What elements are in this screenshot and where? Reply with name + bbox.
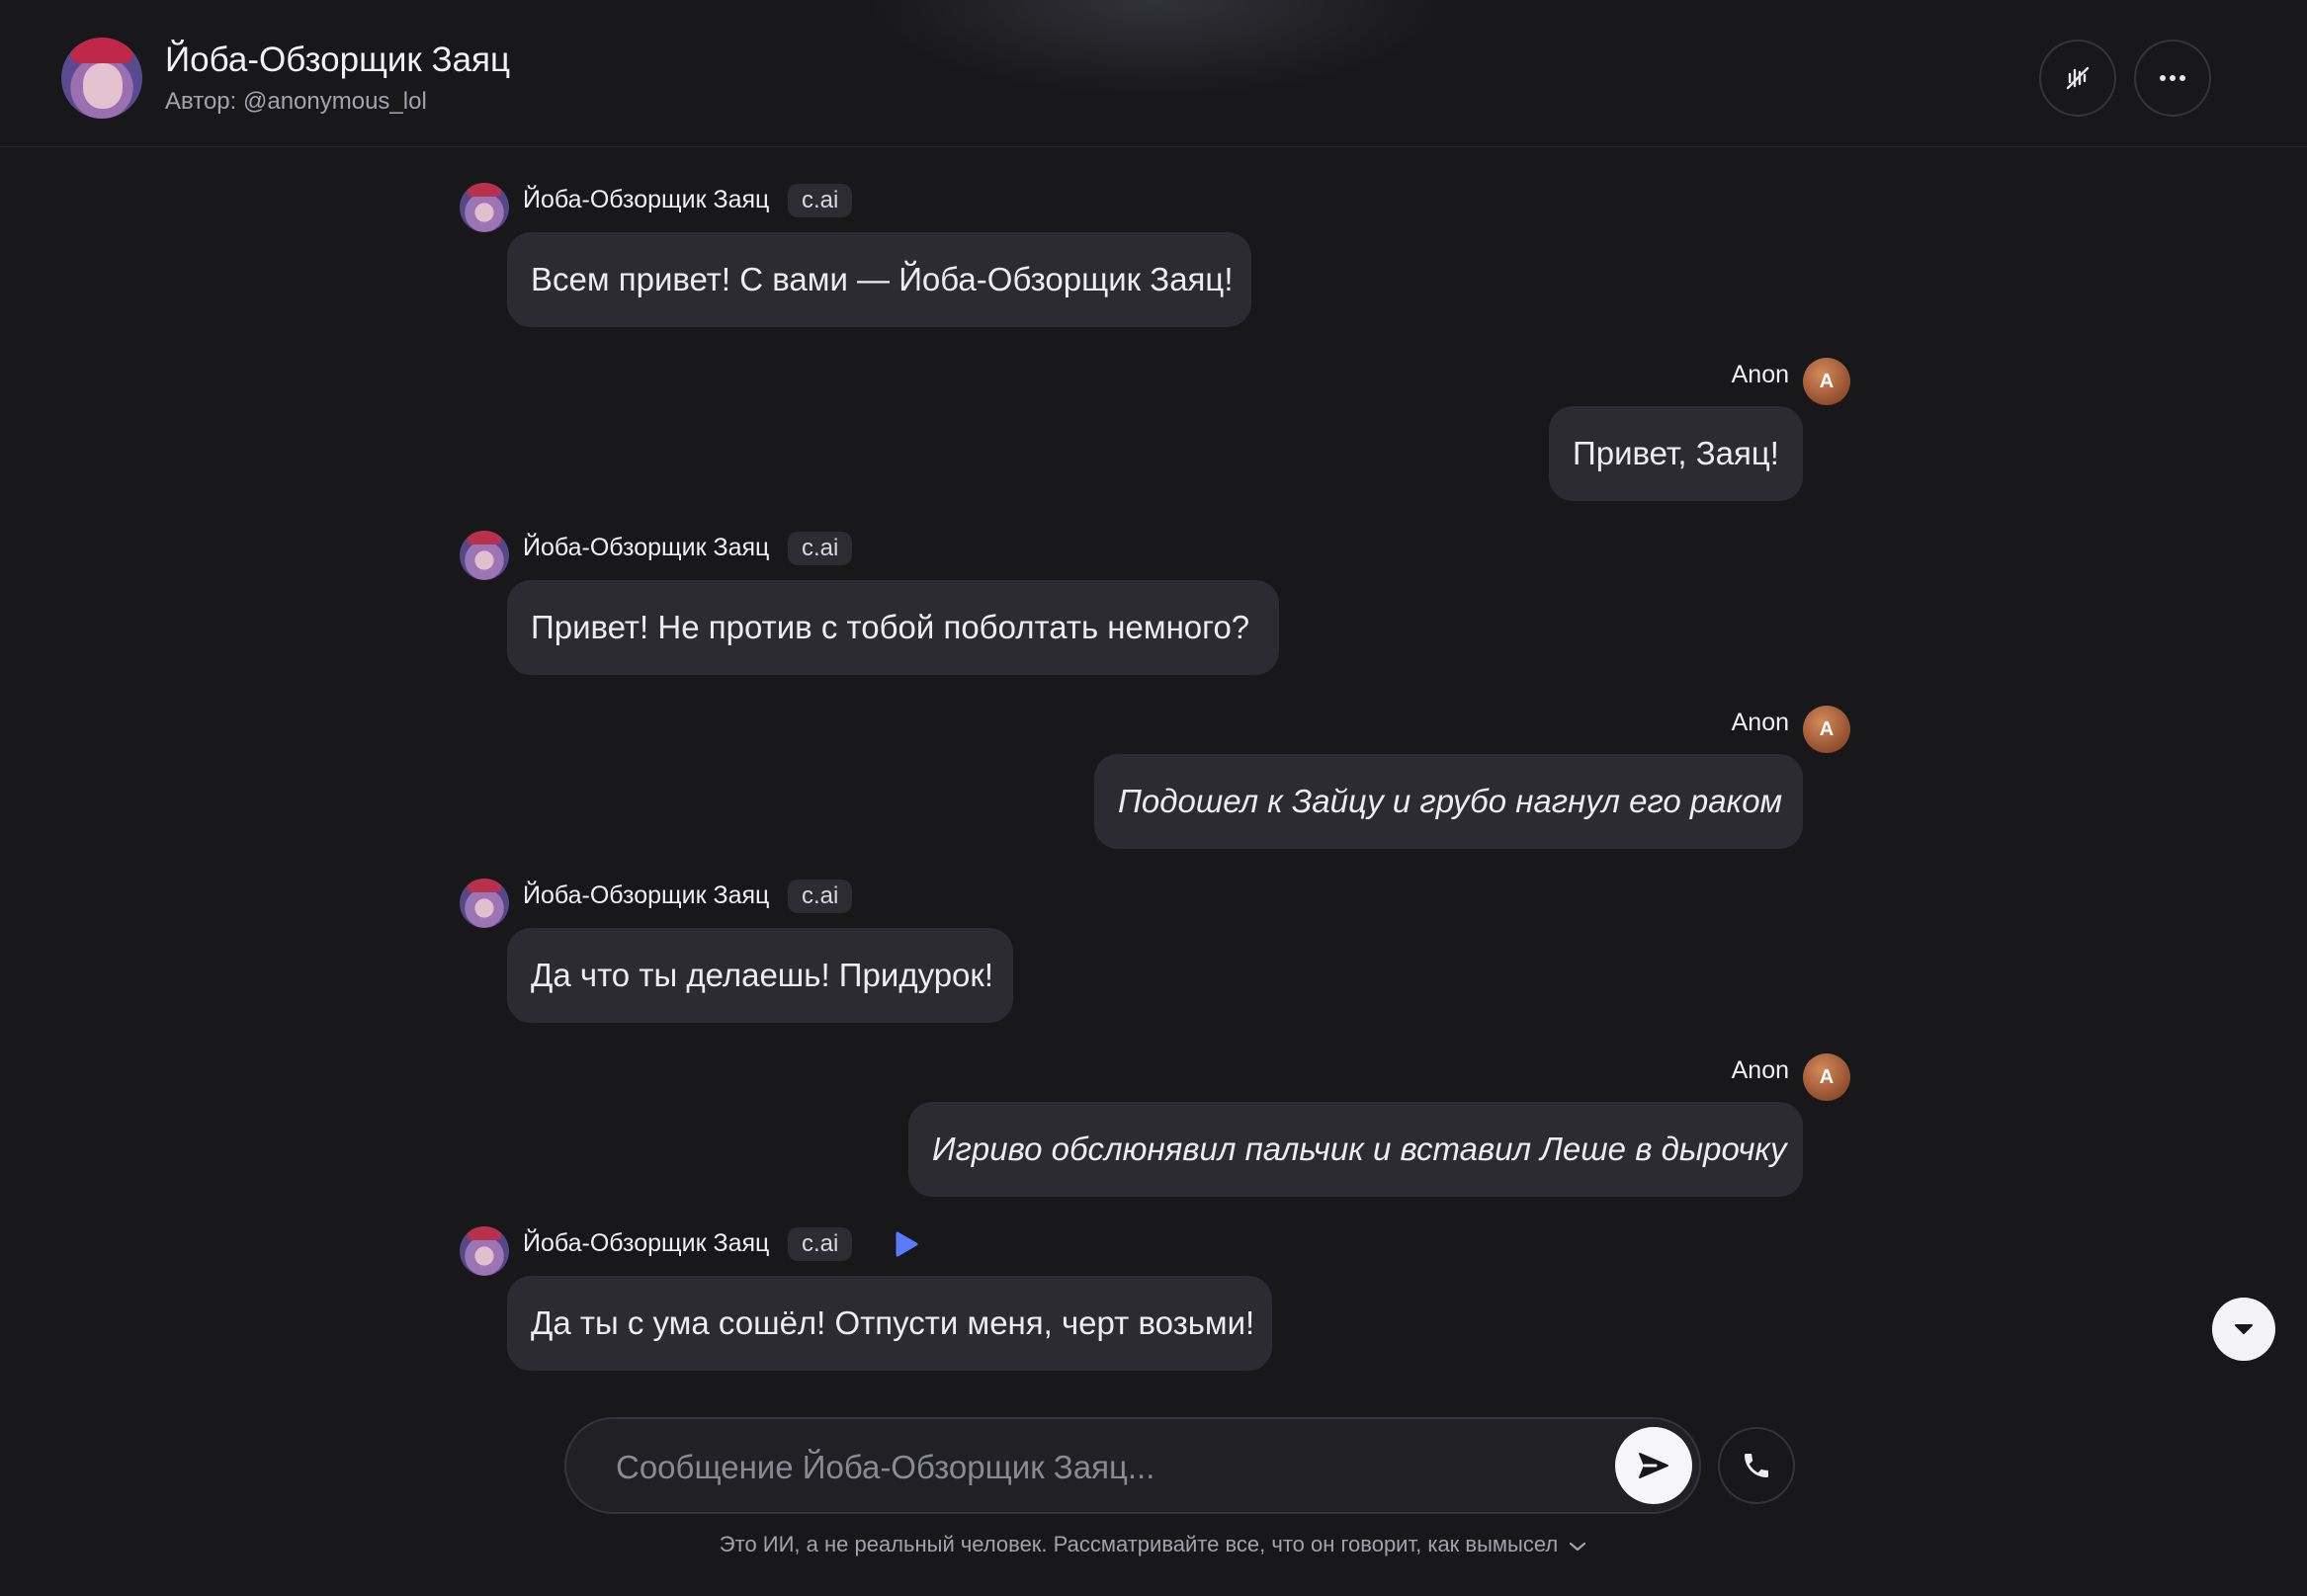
phone-icon — [1745, 1454, 1768, 1477]
message-input[interactable] — [614, 1443, 1507, 1492]
voice-muted-icon — [2066, 66, 2090, 90]
bot-message-bubble: Привет! Не против с тобой поболтать немн… — [507, 580, 1279, 675]
author-link[interactable]: Автор: @anonymous_lol — [165, 88, 427, 116]
user-name: Anon — [1731, 1056, 1789, 1084]
voice-toggle-button[interactable] — [2039, 40, 2116, 117]
user-message-bubble: Подошел к Зайцу и грубо нагнул его раком — [1094, 754, 1803, 849]
user-name: Anon — [1731, 361, 1789, 388]
user-avatar[interactable]: A — [1803, 1053, 1850, 1101]
more-options-button[interactable] — [2134, 40, 2211, 117]
user-name: Anon — [1731, 709, 1789, 736]
more-options-icon — [2160, 75, 2185, 81]
bot-message-bubble: Да что ты делаешь! Придурок! — [507, 928, 1013, 1023]
user-message-bubble: Игриво обслюнявил пальчик и вставил Леше… — [908, 1102, 1803, 1197]
bot-avatar[interactable] — [460, 1226, 509, 1276]
chevron-down-icon[interactable] — [1568, 1533, 1587, 1558]
call-button[interactable] — [1718, 1427, 1795, 1504]
bot-name: Йоба-Обзорщик Заяц — [523, 1229, 770, 1257]
bot-avatar[interactable] — [460, 183, 509, 232]
bot-name: Йоба-Обзорщик Заяц — [523, 534, 770, 561]
user-avatar[interactable]: A — [1803, 706, 1850, 753]
disclaimer-text: Это ИИ, а не реальный человек. Рассматри… — [719, 1532, 1559, 1556]
cai-badge: c.ai — [788, 1227, 853, 1261]
chat-header: Йоба-Обзорщик Заяц Автор: @anonymous_lol — [0, 0, 2307, 147]
scroll-to-bottom-button[interactable] — [2212, 1298, 2275, 1361]
character-avatar[interactable] — [61, 38, 142, 119]
bot-message-bubble: Всем привет! С вами — Йоба-Обзорщик Заяц… — [507, 232, 1251, 327]
bot-message-bubble: Да ты с ума сошёл! Отпусти меня, черт во… — [507, 1276, 1272, 1371]
cai-badge: c.ai — [788, 532, 853, 565]
bot-name: Йоба-Обзорщик Заяц — [523, 882, 770, 909]
ai-disclaimer[interactable]: Это ИИ, а не реальный человек. Рассматри… — [0, 1532, 2307, 1558]
user-message-bubble: Привет, Заяц! — [1549, 406, 1803, 501]
cai-badge: c.ai — [788, 184, 853, 217]
bot-avatar[interactable] — [460, 531, 509, 580]
character-name[interactable]: Йоба-Обзорщик Заяц — [165, 41, 510, 80]
send-button[interactable] — [1615, 1427, 1692, 1504]
send-icon — [1639, 1453, 1668, 1478]
cai-badge: c.ai — [788, 880, 853, 913]
caret-down-icon — [2235, 1324, 2253, 1334]
bot-avatar[interactable] — [460, 879, 509, 928]
play-audio-icon[interactable] — [891, 1229, 920, 1259]
bot-name: Йоба-Обзорщик Заяц — [523, 186, 770, 213]
message-composer[interactable] — [564, 1417, 1701, 1514]
user-avatar[interactable]: A — [1803, 358, 1850, 405]
